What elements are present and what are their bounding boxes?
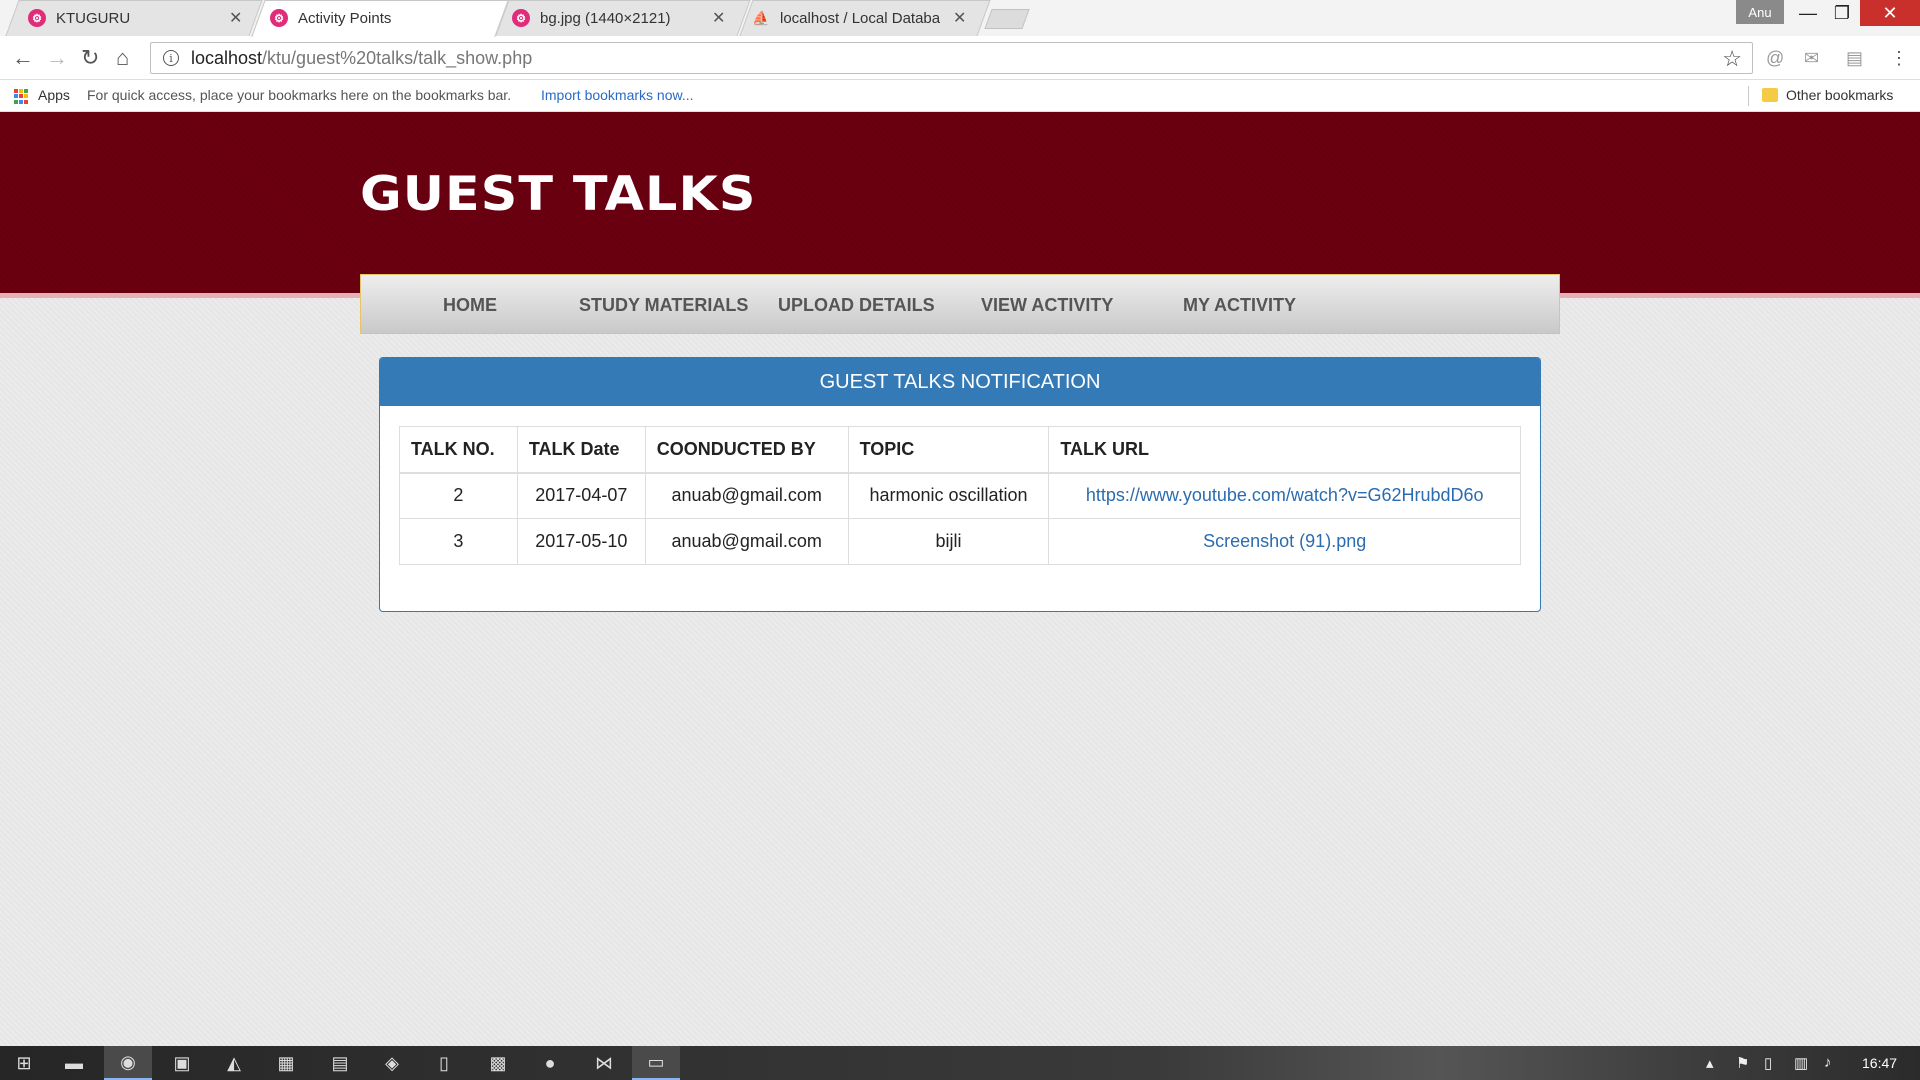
chrome-icon[interactable]: ◉ <box>104 1046 152 1080</box>
topic: bijli <box>847 518 1050 565</box>
app-icon[interactable]: ▣ <box>158 1046 206 1080</box>
volume-icon[interactable]: ♪ <box>1824 1054 1832 1071</box>
site-header: GUEST TALKS <box>0 112 1920 298</box>
clock[interactable]: 16:47 <box>1862 1055 1897 1071</box>
app-icon[interactable]: ◈ <box>368 1046 416 1080</box>
tab-title: Activity Points <box>298 9 392 27</box>
bookmark-star-icon[interactable]: ☆ <box>1722 46 1742 72</box>
tab-ktuguru-content[interactable]: ⚙ KTUGURU <box>28 0 248 36</box>
table-row: 3 2017-05-10 anuab@gmail.com bijli Scree… <box>399 518 1521 565</box>
talks-table: TALK NO. TALK Date COONDUCTED BY TOPIC T… <box>399 426 1521 565</box>
close-window-icon[interactable]: ✕ <box>1860 0 1920 26</box>
apps-icon[interactable] <box>14 89 29 104</box>
table-row: 2 2017-04-07 anuab@gmail.com harmonic os… <box>399 472 1521 519</box>
talk-date: 2017-04-07 <box>516 472 646 519</box>
nav-study-materials[interactable]: STUDY MATERIALS <box>579 295 748 316</box>
network-icon[interactable]: ▥ <box>1794 1054 1808 1072</box>
guest-talks-panel: GUEST TALKS NOTIFICATION TALK NO. TALK D… <box>379 357 1541 612</box>
conducted-by: anuab@gmail.com <box>644 518 849 565</box>
ktu-icon: ⚙ <box>270 9 288 27</box>
app-icon[interactable]: ◭ <box>210 1046 258 1080</box>
topic: harmonic oscillation <box>847 472 1050 519</box>
bookmarks-hint: For quick access, place your bookmarks h… <box>87 87 512 103</box>
bookmarks-bar: Apps For quick access, place your bookma… <box>0 80 1920 112</box>
table-header-row: TALK NO. TALK Date COONDUCTED BY TOPIC T… <box>399 426 1521 474</box>
tab-activity-points-content[interactable]: ⚙ Activity Points <box>270 0 480 36</box>
back-arrow-icon[interactable]: ← <box>12 46 34 70</box>
tab-localhost-db-content[interactable]: ⛵ localhost / Local Databa <box>752 0 942 36</box>
tab-title: KTUGURU <box>56 9 131 27</box>
info-icon[interactable]: i <box>163 50 179 66</box>
restore-icon[interactable]: ❐ <box>1818 0 1866 26</box>
ktu-icon: ⚙ <box>512 9 530 27</box>
close-tab-icon[interactable]: ✕ <box>712 8 725 28</box>
browser-toolbar: ← → ↻ ⌂ i localhost/ktu/guest%20talks/ta… <box>0 36 1920 80</box>
column-header: TALK NO. <box>399 426 518 474</box>
app-icon[interactable]: ▦ <box>262 1046 310 1080</box>
column-header: COONDUCTED BY <box>644 426 849 474</box>
talk-url-link[interactable]: Screenshot (91).png <box>1048 518 1521 565</box>
tab-title: bg.jpg (1440×2121) <box>540 9 671 27</box>
other-bookmarks[interactable]: Other bookmarks <box>1786 87 1893 103</box>
column-header: TALK Date <box>516 426 646 474</box>
home-icon[interactable]: ⌂ <box>116 46 129 70</box>
start-windows-icon[interactable]: ⊞ <box>0 1046 48 1080</box>
nav-my-activity[interactable]: MY ACTIVITY <box>1183 295 1296 316</box>
browser-tab-strip: ⚙ KTUGURU ✕ ⚙ Activity Points ✕ ⚙ bg.jpg… <box>0 0 1920 37</box>
app-icon[interactable]: ● <box>526 1046 574 1080</box>
url-host: localhost <box>191 47 263 68</box>
import-bookmarks-link[interactable]: Import bookmarks now... <box>541 87 694 103</box>
talk-url-link[interactable]: https://www.youtube.com/watch?v=G62Hrubd… <box>1048 472 1521 519</box>
talk-no: 3 <box>399 518 518 565</box>
address-bar[interactable]: i localhost/ktu/guest%20talks/talk_show.… <box>150 42 1753 74</box>
file-explorer-icon[interactable]: ▭ <box>632 1046 680 1080</box>
conducted-by: anuab@gmail.com <box>644 472 849 519</box>
column-header: TOPIC <box>847 426 1050 474</box>
close-tab-icon[interactable]: ✕ <box>953 8 966 28</box>
tray-arrow-icon[interactable]: ▴ <box>1706 1054 1714 1072</box>
visual-studio-icon[interactable]: ⋈ <box>580 1046 628 1080</box>
cmd-icon[interactable]: ▬ <box>50 1046 98 1080</box>
tab-title: localhost / Local Databa <box>780 9 940 27</box>
nav-home[interactable]: HOME <box>443 295 497 316</box>
windows-taskbar: ⊞ ▬ ◉ ▣ ◭ ▦ ▤ ◈ ▯ ▩ ● ⋈ ▭ ▴ ⚑ ▯ ▥ ♪ 16:4… <box>0 1046 1920 1080</box>
tray-icon[interactable]: ⚑ <box>1736 1054 1749 1072</box>
site-title: GUEST TALKS <box>360 167 757 222</box>
app-icon[interactable]: ▯ <box>420 1046 468 1080</box>
talk-date: 2017-05-10 <box>516 518 646 565</box>
menu-dots-icon[interactable]: ⋮ <box>1890 48 1908 69</box>
ktu-icon: ⚙ <box>28 9 46 27</box>
reload-icon[interactable]: ↻ <box>81 46 99 70</box>
apps-link[interactable]: Apps <box>38 87 70 103</box>
forward-arrow-icon[interactable]: → <box>46 46 68 70</box>
app-icon[interactable]: ▤ <box>316 1046 364 1080</box>
panel-heading: GUEST TALKS NOTIFICATION <box>380 358 1540 406</box>
folder-icon <box>1762 88 1778 102</box>
extension-icon[interactable]: ✉ <box>1804 48 1819 69</box>
column-header: TALK URL <box>1048 426 1521 474</box>
talk-no: 2 <box>399 472 518 519</box>
extension-icon[interactable]: ▤ <box>1846 48 1863 69</box>
app-icon[interactable]: ▩ <box>474 1046 522 1080</box>
url-path: /ktu/guest%20talks/talk_show.php <box>262 47 533 68</box>
phpmyadmin-icon: ⛵ <box>752 9 770 26</box>
profile-button[interactable]: Anu <box>1736 0 1784 24</box>
nav-upload-details[interactable]: UPLOAD DETAILS <box>778 295 935 316</box>
new-tab-button[interactable] <box>984 9 1030 29</box>
tab-bg-jpg-content[interactable]: ⚙ bg.jpg (1440×2121) <box>512 0 712 36</box>
extension-icon[interactable]: @ <box>1766 48 1784 69</box>
tray-icon[interactable]: ▯ <box>1764 1054 1772 1072</box>
divider <box>1748 86 1749 106</box>
page-content: GUEST TALKS HOME STUDY MATERIALS UPLOAD … <box>0 112 1920 1046</box>
main-nav: HOME STUDY MATERIALS UPLOAD DETAILS VIEW… <box>360 274 1560 334</box>
nav-view-activity[interactable]: VIEW ACTIVITY <box>981 295 1113 316</box>
